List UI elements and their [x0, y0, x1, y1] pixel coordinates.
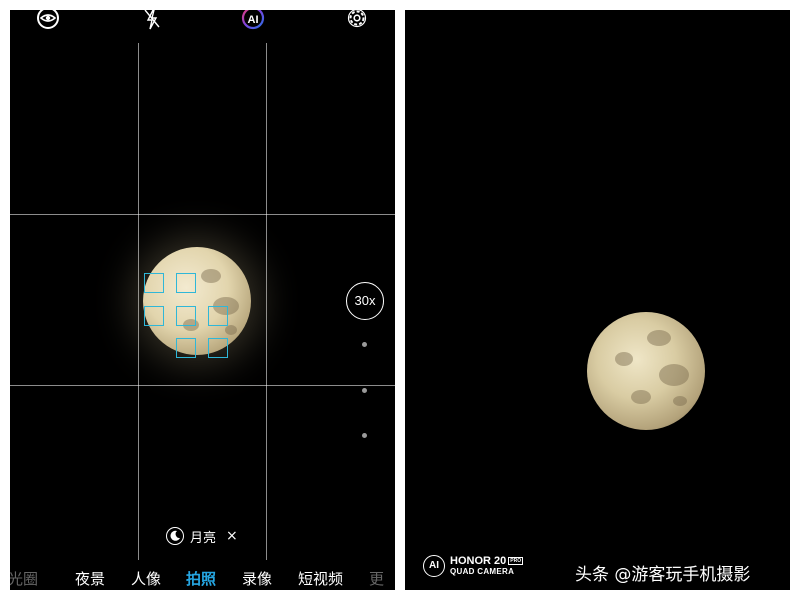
brand-pro-badge: PRO: [508, 556, 524, 565]
brand-text: HONOR 20 PRO QUAD CAMERA: [450, 555, 524, 576]
focus-box: [144, 306, 164, 326]
attribution-watermark: 头条 @游客玩手机摄影: [575, 565, 751, 585]
grid-line: [10, 385, 395, 386]
brand-model: HONOR 20: [450, 555, 507, 567]
ai-icon-label: AI: [248, 14, 259, 26]
mode-more[interactable]: 更: [369, 568, 384, 589]
grid-line: [138, 43, 139, 560]
scene-label: 月亮: [190, 530, 217, 546]
moon-photo: [587, 312, 705, 430]
brand-camera: QUAD CAMERA: [450, 567, 515, 576]
focus-box: [208, 306, 228, 326]
mode-night[interactable]: 夜景: [75, 568, 105, 589]
ai-logo-icon: AI: [423, 555, 445, 577]
brand-model-line: HONOR 20 PRO: [450, 555, 524, 567]
focus-box: [208, 338, 228, 358]
zoom-level-button[interactable]: 30x: [346, 282, 384, 320]
zoom-step-dot[interactable]: [362, 342, 367, 347]
mode-photo[interactable]: 拍照: [186, 568, 216, 589]
mode-video[interactable]: 录像: [242, 568, 272, 589]
focus-box: [176, 273, 196, 293]
focus-box: [144, 273, 164, 293]
ai-icon[interactable]: AI: [241, 10, 265, 30]
close-icon[interactable]: ×: [226, 528, 238, 544]
zoom-step-dot[interactable]: [362, 433, 367, 438]
flash-off-icon[interactable]: [140, 10, 164, 30]
mode-portrait[interactable]: 人像: [131, 568, 161, 589]
zoom-step-dot[interactable]: [362, 388, 367, 393]
mode-selector: 光圈 夜景 人像 拍照 录像 短视频 更: [10, 566, 395, 590]
hdr-icon[interactable]: [36, 10, 60, 30]
focus-box: [176, 306, 196, 326]
captured-photo: AI HONOR 20 PRO QUAD CAMERA 头条 @游客玩手机摄影: [405, 10, 790, 590]
scene-detect-chip[interactable]: 月亮 ×: [166, 525, 238, 547]
mode-aperture[interactable]: 光圈: [10, 568, 38, 589]
brand-watermark: AI HONOR 20 PRO QUAD CAMERA: [423, 555, 524, 577]
moon-scene-icon: [166, 527, 184, 545]
camera-viewfinder: AI 30x 月亮 × 光圈 夜景 人像 拍照 录像 短视频 更: [10, 10, 395, 590]
moon-preview: [143, 247, 251, 355]
grid-line: [10, 214, 395, 215]
mode-short-video[interactable]: 短视频: [298, 568, 343, 589]
gear-icon[interactable]: [345, 10, 369, 30]
focus-box: [176, 338, 196, 358]
grid-line: [266, 43, 267, 560]
